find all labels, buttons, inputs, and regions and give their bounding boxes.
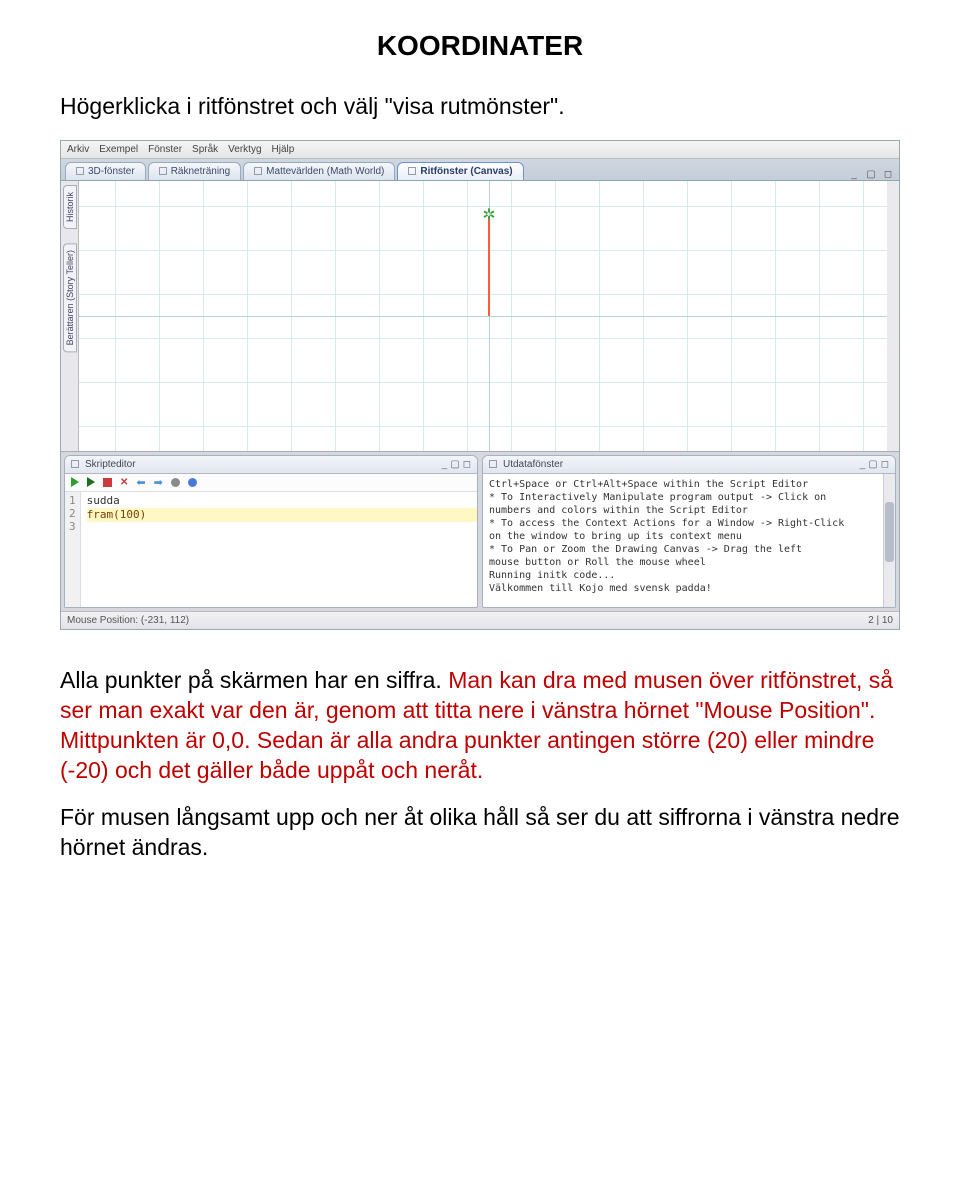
help-icon[interactable] (188, 478, 197, 487)
restore-icon[interactable]: ▢ (864, 169, 878, 180)
output-panel: Utdatafönster _ ▢ ◻ Ctrl+Space or Ctrl+A… (482, 455, 896, 608)
panel-window-controls: _ ▢ ◻ (860, 459, 889, 470)
pin-icon[interactable] (71, 460, 79, 468)
drawn-line (488, 216, 490, 316)
menu-sprak[interactable]: Språk (192, 144, 218, 155)
panel-min-icon[interactable]: _ (442, 459, 448, 470)
panel-rest-icon[interactable]: ▢ (868, 459, 877, 470)
panel-max-icon[interactable]: ◻ (463, 459, 471, 470)
pin-icon (408, 167, 416, 175)
tab-ritfonster[interactable]: Ritfönster (Canvas) (397, 162, 523, 180)
script-editor-panel: Skripteditor _ ▢ ◻ ✕ ⬅ ➡ (64, 455, 478, 608)
stop-icon[interactable] (103, 478, 112, 487)
minimize-icon[interactable]: _ (847, 169, 861, 180)
panel-min-icon[interactable]: _ (860, 459, 866, 470)
menu-fonster[interactable]: Fönster (148, 144, 182, 155)
trace-icon[interactable] (171, 478, 180, 487)
app-screenshot: Arkiv Exempel Fönster Språk Verktyg Hjäl… (60, 140, 900, 630)
run-icon[interactable] (71, 477, 79, 487)
menu-verktyg[interactable]: Verktyg (228, 144, 261, 155)
tab-3d-label: 3D-fönster (88, 166, 135, 177)
intro-paragraph: Högerklicka i ritfönstret och välj "visa… (60, 92, 900, 122)
turtle-icon: ✲ (482, 208, 495, 224)
code-area[interactable]: sudda fram(100) (81, 492, 477, 607)
vtab-berattaren[interactable]: Berättaren (Story Teller) (63, 243, 77, 352)
menu-exempel[interactable]: Exempel (99, 144, 138, 155)
mouse-position-label: Mouse Position: (-231, 112) (67, 615, 189, 626)
window-controls: _ ▢ ◻ (847, 169, 895, 180)
output-title: Utdatafönster (503, 459, 563, 470)
cursor-position-label: 2 | 10 (868, 615, 893, 626)
vtab-historik[interactable]: Historik (63, 185, 77, 229)
menu-arkiv[interactable]: Arkiv (67, 144, 89, 155)
tab-mattevarlden[interactable]: Mattevärlden (Math World) (243, 162, 395, 180)
script-editor-title: Skripteditor (85, 459, 136, 470)
output-scrollbar[interactable] (883, 474, 895, 607)
line-gutter: 1 2 3 (65, 492, 81, 607)
tab-strip: 3D-fönster Räkneträning Mattevärlden (Ma… (61, 159, 899, 181)
panel-window-controls: _ ▢ ◻ (442, 459, 471, 470)
pin-icon (76, 167, 84, 175)
tab-rakne-label: Räkneträning (171, 166, 230, 177)
status-bar: Mouse Position: (-231, 112) 2 | 10 (61, 611, 899, 629)
menubar: Arkiv Exempel Fönster Språk Verktyg Hjäl… (61, 141, 899, 159)
body-paragraph-1: Alla punkter på skärmen har en siffra. M… (60, 666, 900, 786)
tab-rit-label: Ritfönster (Canvas) (420, 166, 512, 177)
drawing-canvas[interactable]: ✲ (79, 181, 899, 451)
tab-matte-label: Mattevärlden (Math World) (266, 166, 384, 177)
panel-rest-icon[interactable]: ▢ (450, 459, 459, 470)
tab-3d[interactable]: 3D-fönster (65, 162, 146, 180)
left-vertical-tabs: Historik Berättaren (Story Teller) (61, 181, 79, 451)
canvas-scrollbar[interactable] (887, 181, 899, 451)
editor-toolbar: ✕ ⬅ ➡ (65, 474, 477, 492)
output-body: Ctrl+Space or Ctrl+Alt+Space within the … (483, 474, 895, 607)
panel-max-icon[interactable]: ◻ (881, 459, 889, 470)
menu-hjalp[interactable]: Hjälp (272, 144, 295, 155)
redo-icon[interactable]: ➡ (154, 476, 163, 489)
editor-body[interactable]: 1 2 3 sudda fram(100) (65, 492, 477, 607)
scrollbar-thumb[interactable] (885, 502, 894, 562)
pin-icon (254, 167, 262, 175)
tab-raknetraning[interactable]: Räkneträning (148, 162, 241, 180)
page-title: KOORDINATER (60, 30, 900, 62)
pin-icon[interactable] (489, 460, 497, 468)
undo-icon[interactable]: ⬅ (136, 476, 145, 489)
maximize-icon[interactable]: ◻ (881, 169, 895, 180)
pin-icon (159, 167, 167, 175)
body-paragraph-2: För musen långsamt upp och ner åt olika … (60, 803, 900, 863)
run-worksheet-icon[interactable] (87, 477, 95, 487)
bottom-panels: Skripteditor _ ▢ ◻ ✕ ⬅ ➡ (61, 451, 899, 611)
clear-icon[interactable]: ✕ (120, 477, 128, 488)
